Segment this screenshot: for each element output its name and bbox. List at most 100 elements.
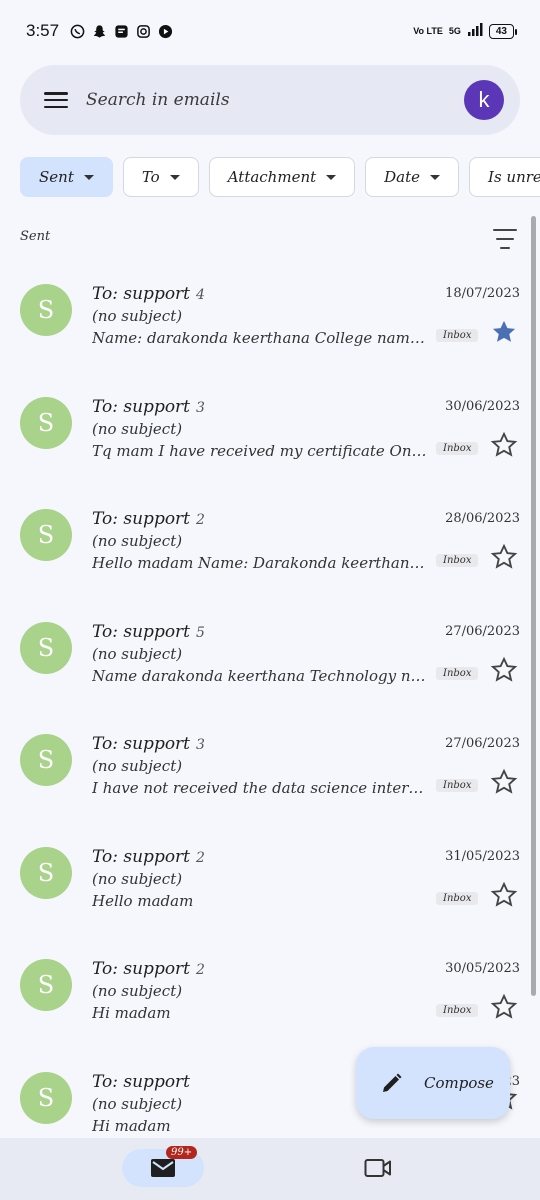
filter-chip-date[interactable]: Date [365, 157, 460, 197]
email-row[interactable]: S To: support 3 (no subject) Tq mam I hav… [0, 375, 540, 488]
email-subject: (no subject) [92, 869, 183, 888]
filter-chip-to[interactable]: To [122, 157, 199, 197]
email-row[interactable]: S To: support 2 (no subject) Hello madam … [0, 825, 540, 938]
sender-avatar: S [20, 959, 72, 1011]
compose-button[interactable]: Compose [356, 1047, 510, 1119]
network-indicator: 5G [448, 26, 461, 36]
caret-down-icon [83, 174, 94, 180]
email-subject: (no subject) [92, 644, 183, 663]
instagram-icon [136, 24, 151, 39]
inbox-label-badge: Inbox [436, 329, 479, 342]
pencil-icon [383, 1073, 402, 1092]
star-outline-icon[interactable] [490, 881, 518, 909]
email-recipient: To: support 2 [92, 509, 205, 529]
email-recipient: To: support 4 [92, 284, 205, 304]
star-outline-icon[interactable] [490, 543, 518, 571]
email-snippet: Name: darakonda keerthana College name:A… [92, 329, 428, 347]
sender-avatar: S [20, 846, 72, 899]
filter-chip-label: Sent [39, 168, 74, 186]
play-icon [158, 24, 173, 39]
inbox-label-badge: Inbox [436, 891, 479, 905]
inbox-label-badge: Inbox [436, 441, 479, 455]
thread-count: 2 [196, 512, 205, 528]
email-row[interactable]: S To: support 5 (no subject) Name darakon… [0, 600, 540, 713]
inbox-label-badge: Inbox [436, 666, 479, 680]
email-date: 18/07/2023 [445, 286, 520, 301]
filter-list-icon[interactable] [492, 229, 518, 249]
recipient-text: To: support [92, 846, 191, 867]
email-date: 31/05/2023 [445, 848, 520, 864]
email-subject: (no subject) [92, 757, 183, 775]
email-snippet: Hello madam [92, 891, 194, 910]
menu-icon[interactable] [42, 89, 70, 111]
caret-down-icon [169, 174, 180, 180]
unread-count-badge: 99+ [166, 1146, 198, 1159]
filter-chip-is-unread[interactable]: Is unread [469, 157, 540, 197]
battery-indicator: 43 [488, 23, 518, 39]
sender-avatar: S [20, 734, 72, 786]
star-outline-icon[interactable] [490, 431, 518, 459]
inbox-label-badge: Inbox [436, 554, 479, 567]
email-recipient: To: support 2 [92, 959, 205, 979]
recipient-text: To: support [92, 734, 191, 754]
bottom-nav: 99+ [0, 1138, 540, 1200]
email-subject: (no subject) [92, 419, 183, 438]
email-snippet: Hi madam [92, 1116, 171, 1135]
filter-chips: Sent To Attachment Date Is unread [20, 157, 540, 197]
email-row[interactable]: S To: support 4 (no subject) Name: darako… [0, 262, 540, 375]
thread-count: 3 [196, 737, 205, 753]
email-snippet: Hi madam [92, 1004, 171, 1022]
sender-avatar: S [20, 1071, 72, 1124]
email-recipient: To: support 5 [92, 622, 205, 642]
sender-avatar: S [20, 284, 72, 336]
star-filled-icon[interactable] [490, 318, 518, 346]
email-row[interactable]: S To: support 2 (no subject) Hello madam … [0, 487, 540, 600]
star-outline-icon[interactable] [490, 656, 518, 684]
email-date: 30/05/2023 [445, 961, 520, 976]
filter-chip-label: Attachment [227, 168, 317, 186]
filter-chip-sent[interactable]: Sent [20, 157, 113, 197]
star-outline-icon[interactable] [490, 993, 518, 1021]
email-subject: (no subject) [92, 982, 183, 1000]
thread-count: 2 [196, 849, 205, 866]
whatsapp-icon [70, 24, 85, 39]
status-bar: 3:57 Vo LTE 5G 43 [0, 0, 540, 62]
search-input[interactable] [86, 90, 464, 110]
signal-icon [467, 23, 483, 39]
recipient-text: To: support [92, 509, 191, 529]
email-date: 27/06/2023 [445, 736, 520, 751]
section-label: Sent [20, 229, 51, 244]
email-subject: (no subject) [92, 532, 183, 550]
notes-app-icon [114, 24, 129, 39]
email-subject: (no subject) [92, 307, 183, 325]
video-camera-icon[interactable] [364, 1156, 392, 1180]
filter-chip-label: To [141, 168, 160, 186]
email-snippet: Tq mam I have received my certificate On… [92, 441, 428, 460]
recipient-text: To: support [92, 959, 191, 979]
email-date: 30/06/2023 [445, 398, 520, 414]
recipient-text: To: support [92, 1071, 191, 1092]
thread-count: 3 [196, 399, 205, 416]
status-left: 3:57 [26, 21, 173, 41]
email-recipient: To: support 3 [92, 397, 205, 417]
star-outline-icon[interactable] [490, 768, 518, 796]
email-snippet: Hello madam Name: Darakonda keerthana C.… [92, 554, 428, 572]
sender-avatar: S [20, 621, 72, 674]
email-subject: (no subject) [92, 1094, 183, 1113]
inbox-label-badge: Inbox [436, 1004, 479, 1017]
email-row[interactable]: S To: support 2 (no subject) Hi madam 30/… [0, 937, 540, 1050]
search-bar: k [20, 65, 520, 135]
thread-count: 5 [196, 624, 205, 641]
recipient-text: To: support [92, 621, 191, 642]
thread-count: 2 [196, 962, 205, 978]
email-row[interactable]: S To: support 3 (no subject) I have not r… [0, 712, 540, 825]
compose-label: Compose [424, 1074, 494, 1092]
filter-chip-attachment[interactable]: Attachment [208, 157, 356, 197]
caret-down-icon [430, 174, 441, 180]
email-list: S To: support 4 (no subject) Name: darako… [0, 262, 540, 1162]
email-recipient: To: support 2 [92, 847, 205, 867]
email-date: 28/06/2023 [445, 511, 520, 526]
account-avatar[interactable]: k [464, 80, 504, 120]
inbox-label-badge: Inbox [436, 779, 479, 792]
volte-indicator: Vo LTE [413, 26, 443, 36]
